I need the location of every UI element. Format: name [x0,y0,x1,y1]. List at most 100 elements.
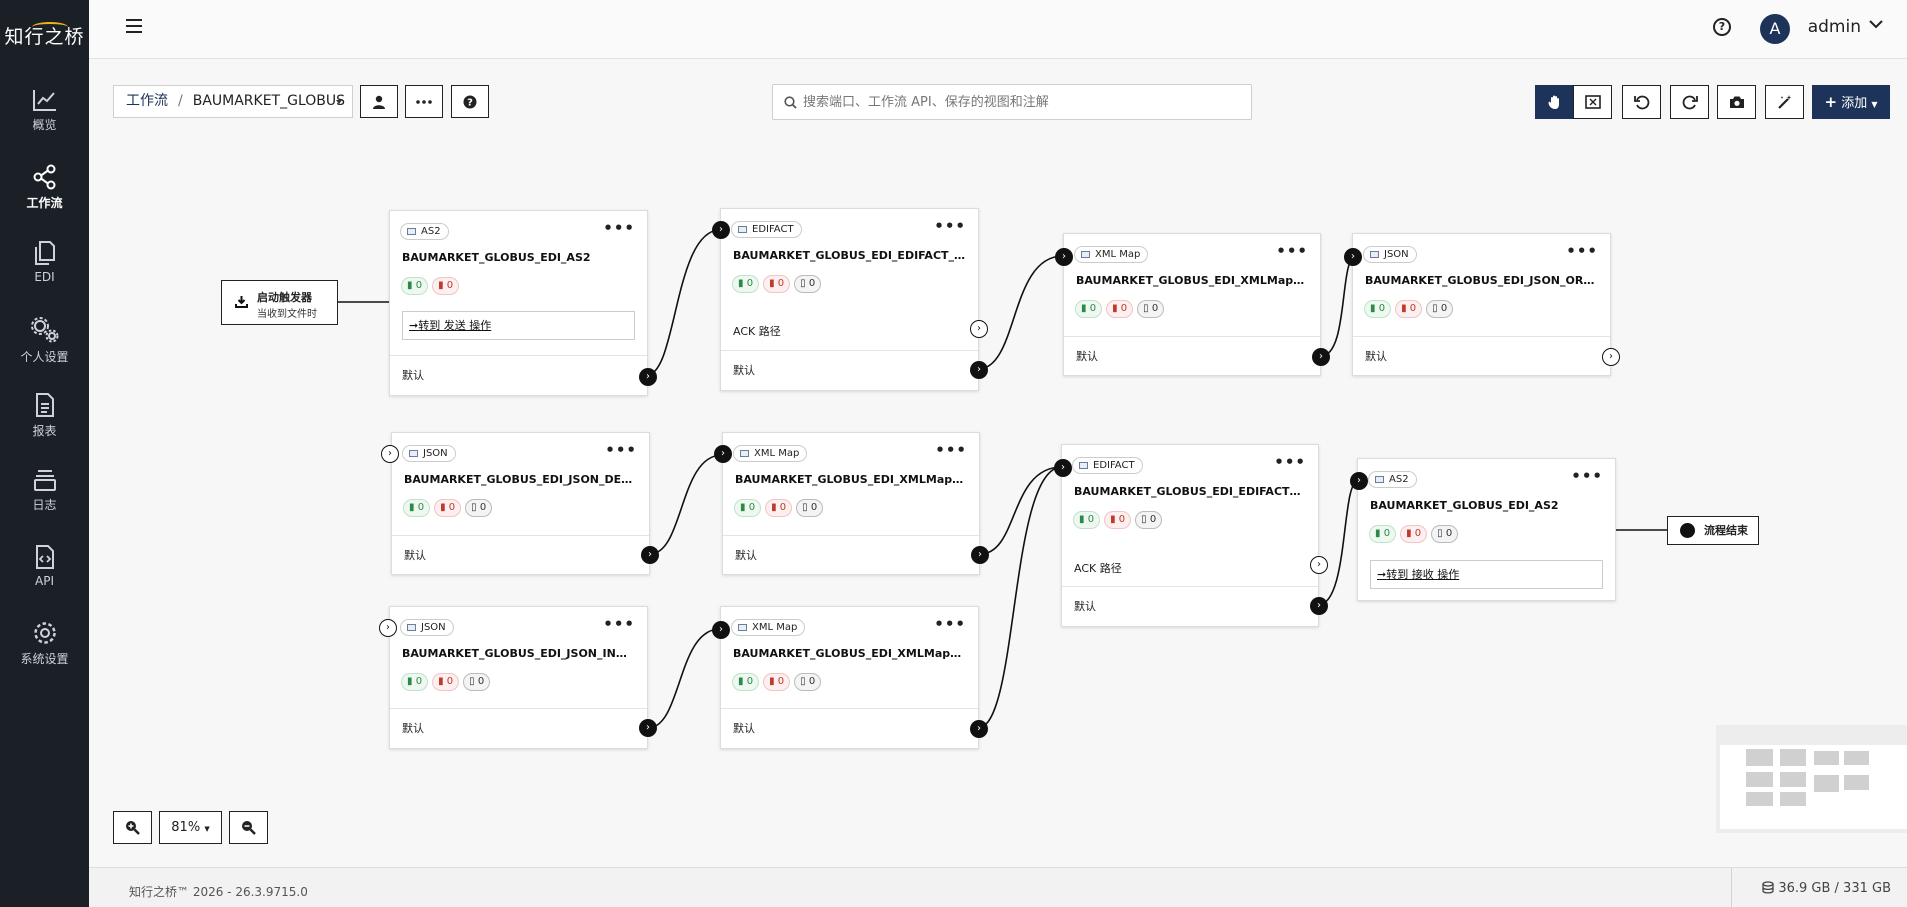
avatar[interactable]: A [1760,14,1790,44]
node-xmlmap-invoic[interactable]: › XML Map ••• BAUMARKET_GLOBUS_EDI_XMLMa… [712,606,988,749]
error-count[interactable]: ▮ 0 [434,499,462,517]
node-more-icon[interactable]: ••• [1571,467,1603,485]
node-as2-send[interactable]: AS2 ••• BAUMARKET_GLOBUS_EDI_AS2 ▮ 0 ▮ 0 … [389,210,657,396]
search-box[interactable] [772,84,1252,120]
input-port-icon[interactable]: › [712,621,730,639]
help-button[interactable]: ? [451,85,489,118]
pending-count[interactable]: ▯ 0 [465,499,493,517]
search-input[interactable] [803,85,1243,119]
pending-count[interactable]: ▯ 0 [1137,300,1165,318]
undo-button[interactable] [1622,85,1661,119]
sidebar-item-reports[interactable]: 报表 [0,392,89,452]
pending-count[interactable]: ▯ 0 [794,673,822,691]
ack-port-icon[interactable]: › [1310,556,1328,574]
more-options-button[interactable] [405,85,443,118]
success-count[interactable]: ▮ 0 [732,275,760,293]
error-count[interactable]: ▮ 0 [432,673,460,691]
node-more-icon[interactable]: ••• [603,219,635,237]
success-count[interactable]: ▮ 0 [401,673,429,691]
output-port-icon[interactable]: › [641,546,659,564]
output-port-icon[interactable]: › [1312,348,1330,366]
node-more-icon[interactable]: ••• [934,615,966,633]
output-port-icon[interactable]: › [1310,597,1328,615]
help-icon[interactable]: ? [1713,18,1731,36]
owner-button[interactable] [360,85,398,118]
input-port-icon[interactable]: › [381,445,399,463]
sidebar-item-overview[interactable]: 概览 [0,88,89,148]
success-count[interactable]: ▮ 0 [1073,511,1101,529]
node-more-icon[interactable]: ••• [605,441,637,459]
output-port-icon[interactable]: › [639,368,657,386]
auto-layout-button[interactable] [1765,85,1804,119]
output-port-icon[interactable]: › [970,720,988,738]
sidebar-item-system-settings[interactable]: 系统设置 [0,620,89,680]
error-count[interactable]: ▮ 0 [1104,511,1132,529]
redo-button[interactable] [1670,85,1709,119]
zoom-in-button[interactable] [113,811,152,844]
node-more-icon[interactable]: ••• [1274,453,1306,471]
pending-count[interactable]: ▯ 0 [796,499,824,517]
minimap[interactable] [1716,725,1907,833]
pending-count[interactable]: ▯ 0 [794,275,822,293]
node-xmlmap-desadv[interactable]: › XML Map ••• BAUMARKET_GLOBUS_EDI_XMLMa… [714,432,989,575]
error-count[interactable]: ▮ 0 [763,275,791,293]
node-json-invoic[interactable]: › JSON ••• BAUMARKET_GLOBUS_EDI_JSON_INV… [379,606,657,749]
input-port-icon[interactable]: › [714,445,732,463]
flow-end[interactable]: 流程结束 [1667,516,1759,545]
error-count[interactable]: ▮ 0 [1400,525,1428,543]
pending-count[interactable]: ▯ 0 [463,673,491,691]
sidebar-item-personal-settings[interactable]: 个人设置 [0,316,89,376]
error-count[interactable]: ▮ 0 [1395,300,1423,318]
error-count[interactable]: ▮ 0 [1106,300,1134,318]
sidebar-item-api[interactable]: API [0,544,89,604]
error-count[interactable]: ▮ 0 [765,499,793,517]
hamburger-menu-icon[interactable] [125,18,143,34]
node-more-icon[interactable]: ••• [1276,242,1308,260]
sidebar-item-edi[interactable]: EDI [0,240,89,300]
node-json-orders[interactable]: › JSON ••• BAUMARKET_GLOBUS_EDI_JSON_ORD… [1344,233,1620,376]
node-more-icon[interactable]: ••• [935,441,967,459]
start-trigger[interactable]: 启动触发器 当收到文件时 [221,280,338,325]
node-edifact-in[interactable]: › EDIFACT ••• BAUMARKET_GLOBUS_EDI_EDIFA… [712,208,988,391]
workflow-canvas[interactable]: 启动触发器 当收到文件时 AS2 ••• BAUMARKET_GLOBUS_ED… [89,130,1907,867]
node-xmlmap-orders[interactable]: › XML Map ••• BAUMARKET_GLOBUS_EDI_XMLMa… [1055,233,1330,376]
pan-mode-button[interactable] [1535,85,1574,119]
zoom-out-button[interactable] [229,811,268,844]
node-more-icon[interactable]: ••• [1566,242,1598,260]
goto-receive-link[interactable]: ➞转到 接收 操作 [1370,560,1603,589]
breadcrumb-root[interactable]: 工作流 [126,93,168,109]
app-logo[interactable]: 知行之桥 [0,22,89,49]
output-port-icon[interactable]: › [971,546,989,564]
pending-count[interactable]: ▯ 0 [1431,525,1459,543]
breadcrumb[interactable]: 工作流 / BAUMARKET_GLOBUS [113,85,353,118]
sidebar-item-logs[interactable]: 日志 [0,468,89,528]
chevron-down-icon[interactable] [1869,19,1883,29]
add-button[interactable]: + 添加 ▼ [1812,85,1890,119]
input-port-icon[interactable]: › [1055,248,1073,266]
ack-port-icon[interactable]: › [970,320,988,338]
node-more-icon[interactable]: ••• [603,615,635,633]
node-edifact-out[interactable]: › EDIFACT ••• BAUMARKET_GLOBUS_EDI_EDIFA… [1054,444,1328,627]
success-count[interactable]: ▮ 0 [734,499,762,517]
input-port-icon[interactable]: › [1350,472,1368,490]
user-name[interactable]: admin [1808,17,1861,37]
output-port-icon[interactable]: › [1602,348,1620,366]
success-count[interactable]: ▮ 0 [403,499,431,517]
success-count[interactable]: ▮ 0 [1075,300,1103,318]
input-port-icon[interactable]: › [712,221,730,239]
success-count[interactable]: ▮ 0 [401,277,429,295]
input-port-icon[interactable]: › [1054,459,1072,477]
success-count[interactable]: ▮ 0 [732,673,760,691]
caret-down-icon[interactable] [336,100,342,104]
error-count[interactable]: ▮ 0 [763,673,791,691]
input-port-icon[interactable]: › [1344,248,1362,266]
success-count[interactable]: ▮ 0 [1369,525,1397,543]
goto-send-link[interactable]: ➞转到 发送 操作 [402,311,635,340]
error-count[interactable]: ▮ 0 [432,277,460,295]
snapshot-button[interactable] [1717,85,1756,119]
node-as2-receive[interactable]: › AS2 ••• BAUMARKET_GLOBUS_EDI_AS2 ▮ 0 ▮ … [1350,458,1616,601]
minimap-viewport[interactable] [1720,745,1907,829]
output-port-icon[interactable]: › [970,361,988,379]
zoom-level-select[interactable]: 81% ▼ [159,811,222,844]
select-mode-button[interactable] [1573,85,1612,119]
